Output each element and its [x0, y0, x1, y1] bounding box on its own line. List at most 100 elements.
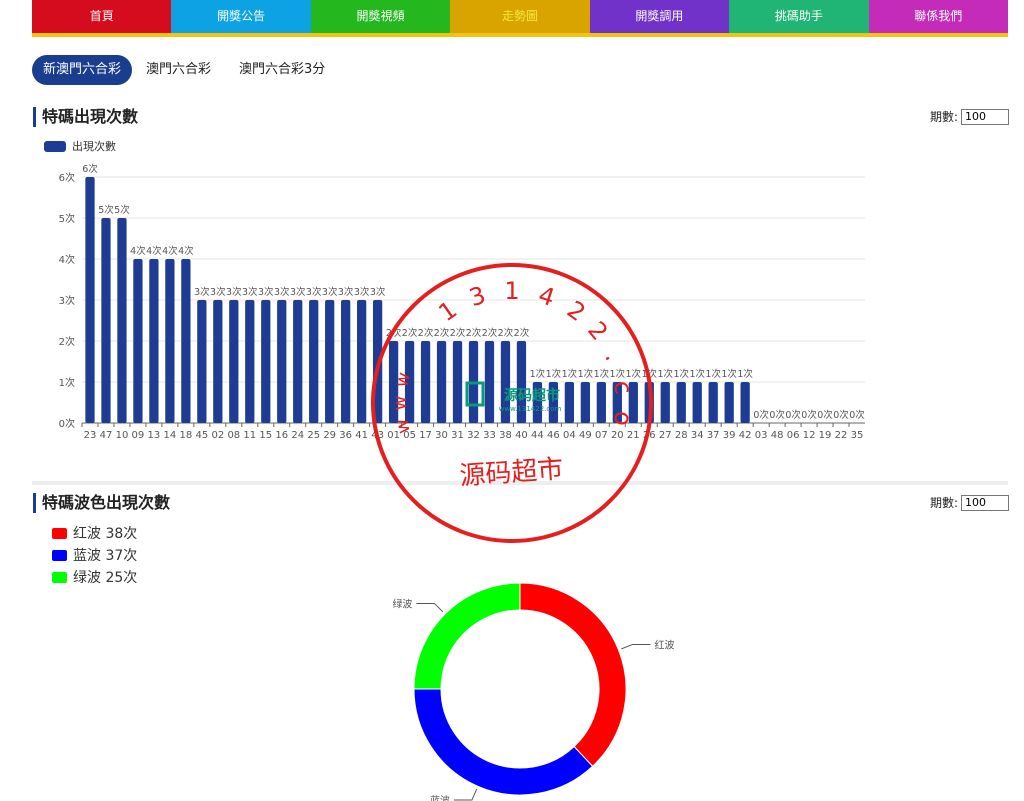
x-tick-label: 19: [819, 430, 832, 441]
nav-item-4[interactable]: 開獎調用: [589, 0, 730, 33]
x-tick-label: 25: [307, 430, 320, 441]
bar[interactable]: [197, 300, 207, 423]
donut-chart: 红波蓝波 绿波: [392, 582, 675, 801]
stamp-bottom-text: 源码超市: [459, 454, 565, 491]
bar-value-label: 3次: [290, 286, 306, 298]
watermark-stamp: 131422.comwww源码超市源码超市www.131422.com: [362, 258, 653, 543]
bar-value-label: 0次: [833, 409, 849, 421]
bar-value-label: 4次: [146, 245, 162, 257]
bar[interactable]: [740, 382, 750, 423]
x-tick-label: 39: [723, 430, 736, 441]
stamp-ring-char: 1: [433, 295, 462, 327]
stamp-ring-char: 3: [466, 281, 489, 312]
x-tick-label: 37: [707, 430, 720, 441]
pie-legend: 红波 38次蓝波 37次绿波 25次: [52, 522, 137, 588]
bar-value-label: 3次: [258, 286, 274, 298]
nav-item-6[interactable]: 聯係我們: [868, 0, 1008, 33]
stamp-ring-char: m: [362, 258, 374, 264]
bar[interactable]: [117, 218, 127, 423]
bar[interactable]: [245, 300, 255, 423]
bar[interactable]: [724, 382, 734, 423]
x-tick-label: 08: [227, 430, 240, 441]
bar-value-label: 3次: [306, 286, 322, 298]
tab-new-macau[interactable]: 新澳門六合彩: [32, 55, 133, 85]
bar-value-label: 0次: [785, 409, 801, 421]
bar[interactable]: [85, 177, 95, 423]
nav-item-5[interactable]: 挑碼助手: [729, 0, 869, 33]
y-tick-label: 3次: [59, 294, 75, 307]
bar[interactable]: [101, 218, 111, 423]
y-tick-label: 0次: [59, 417, 75, 430]
bar-value-label: 1次: [689, 368, 705, 380]
x-tick-label: 35: [851, 430, 864, 441]
bar-value-label: 4次: [178, 245, 194, 257]
bar[interactable]: [293, 300, 303, 423]
tab-macau[interactable]: 澳門六合彩: [132, 55, 225, 85]
bar[interactable]: [676, 382, 686, 423]
y-tick-label: 6次: [59, 171, 75, 184]
bar[interactable]: [133, 259, 143, 423]
bar[interactable]: [261, 300, 271, 423]
legend-item[interactable]: 红波 38次: [52, 522, 137, 544]
slice-label: 绿波: [392, 597, 412, 610]
bar-value-label: 3次: [210, 286, 226, 298]
bar[interactable]: [660, 382, 670, 423]
donut-slice[interactable]: [413, 582, 521, 690]
bar-value-label: 3次: [338, 286, 354, 298]
period-input-2[interactable]: [961, 494, 1009, 511]
section-title-color-count: 特碼波色出現次數: [33, 493, 170, 513]
x-tick-label: 06: [787, 430, 800, 441]
period-input-1[interactable]: [961, 108, 1009, 125]
bar-value-label: 1次: [721, 368, 737, 380]
x-tick-label: 47: [100, 430, 113, 441]
slice-leader-line: [453, 788, 478, 801]
x-tick-label: 48: [771, 430, 784, 441]
nav-item-3[interactable]: 走勢圖: [450, 0, 590, 33]
x-tick-label: 16: [275, 430, 288, 441]
bar-value-label: 5次: [98, 204, 114, 216]
tab-macau-3min[interactable]: 澳門六合彩3分: [225, 55, 339, 85]
x-tick-label: 10: [116, 430, 129, 441]
x-tick-label: 22: [835, 430, 848, 441]
bar[interactable]: [277, 300, 287, 423]
bar-value-label: 3次: [242, 286, 258, 298]
bar-value-label: 4次: [130, 245, 146, 257]
legend-item[interactable]: 绿波 25次: [52, 566, 137, 588]
slice-label: 蓝波: [430, 794, 450, 801]
stamp-ring-char: 2: [582, 316, 613, 346]
x-tick-label: 45: [195, 430, 208, 441]
stamp-ring-char: o: [608, 409, 638, 427]
nav-item-0[interactable]: 首頁: [32, 0, 172, 33]
bar[interactable]: [181, 259, 191, 423]
x-tick-label: 13: [148, 430, 161, 441]
stamp-logo-url: www.131422.com: [499, 405, 562, 413]
bar[interactable]: [165, 259, 175, 423]
bar[interactable]: [708, 382, 718, 423]
x-tick-label: 18: [180, 430, 193, 441]
donut-slice[interactable]: [519, 582, 627, 767]
legend-label: 蓝波 37次: [73, 548, 138, 564]
stamp-ring-char: c: [608, 379, 638, 396]
bar-value-label: 1次: [705, 368, 721, 380]
stamp-ring-char: 1: [504, 277, 519, 305]
bar[interactable]: [309, 300, 319, 423]
bar[interactable]: [149, 259, 159, 423]
bar[interactable]: [213, 300, 223, 423]
x-tick-label: 11: [243, 430, 256, 441]
legend-item[interactable]: 蓝波 37次: [52, 544, 137, 566]
bar[interactable]: [325, 300, 335, 423]
bar-value-label: 0次: [769, 409, 785, 421]
x-tick-label: 03: [755, 430, 768, 441]
y-tick-label: 4次: [59, 253, 75, 266]
x-tick-label: 09: [132, 430, 145, 441]
slice-leader-line: [416, 602, 444, 613]
bar[interactable]: [341, 300, 351, 423]
bar-value-label: 4次: [162, 245, 178, 257]
nav-item-2[interactable]: 開獎視頻: [310, 0, 451, 33]
bar[interactable]: [229, 300, 239, 423]
y-tick-label: 1次: [59, 376, 75, 389]
nav-item-1[interactable]: 開獎公告: [171, 0, 311, 33]
bar[interactable]: [692, 382, 702, 423]
x-tick-label: 24: [291, 430, 304, 441]
donut-slice[interactable]: [413, 688, 594, 796]
